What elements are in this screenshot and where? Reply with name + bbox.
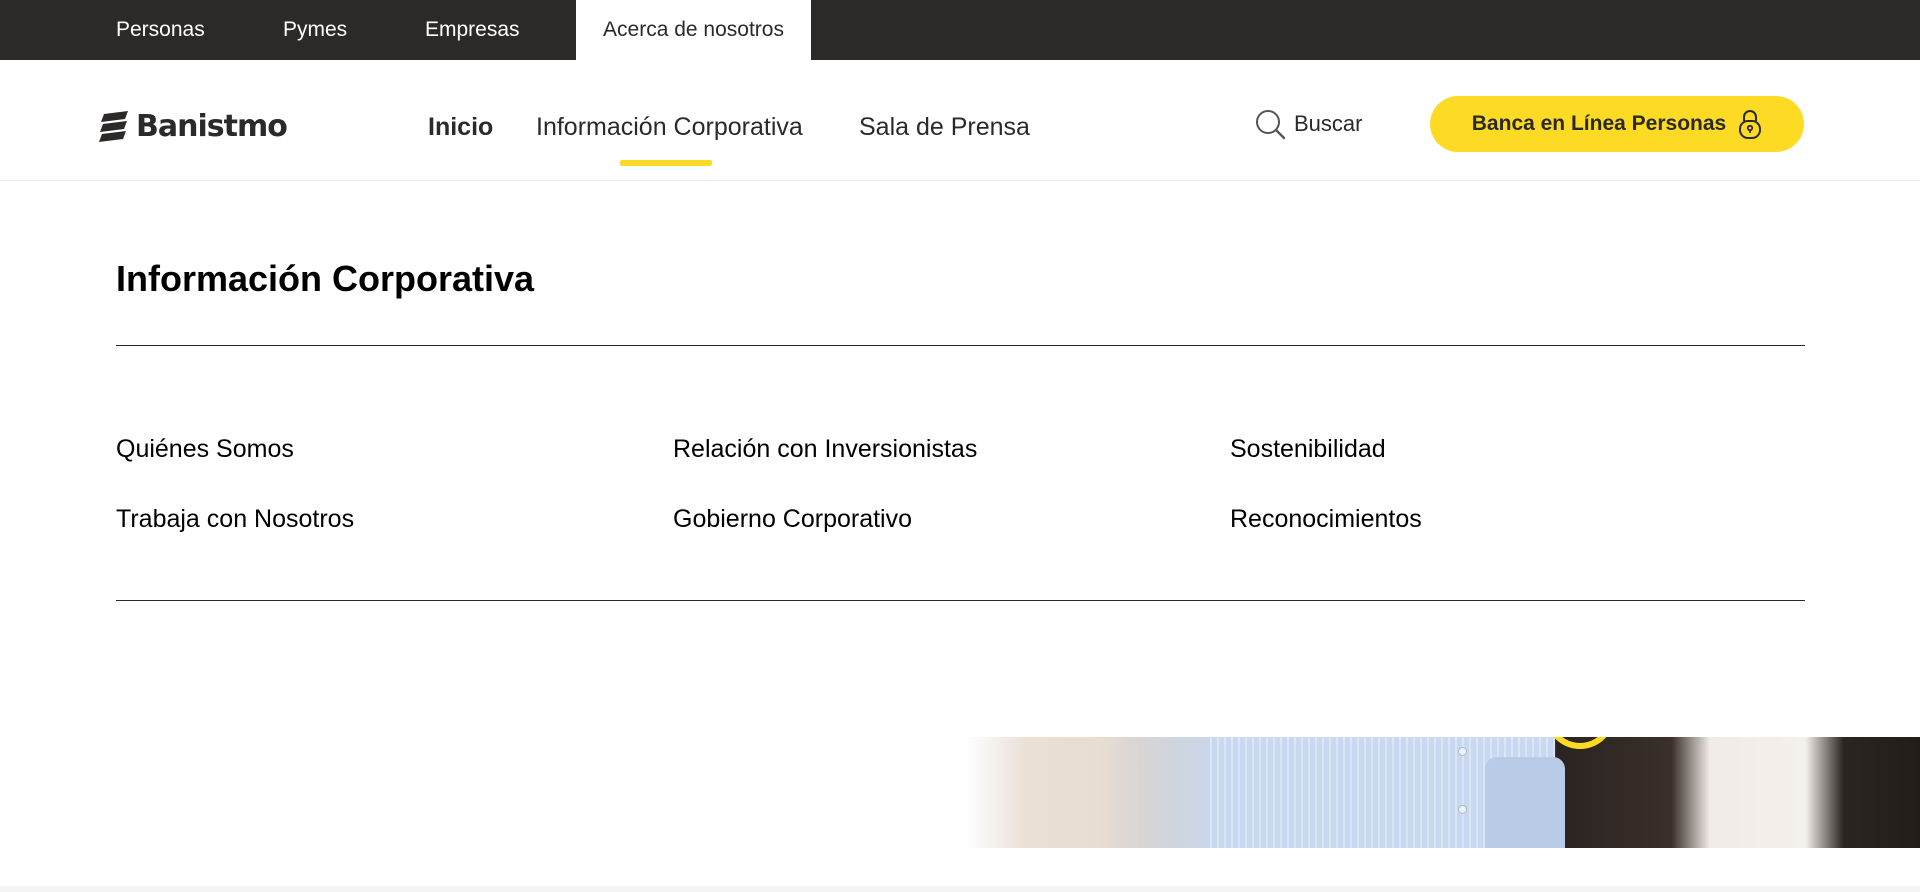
hero-arm <box>1485 757 1565 848</box>
active-nav-indicator <box>620 160 712 166</box>
hero-fade <box>965 737 1025 848</box>
search-icon <box>1256 110 1286 140</box>
search-label: Buscar <box>1294 111 1363 136</box>
tab-pymes[interactable]: Pymes <box>283 0 347 60</box>
menu-link-relacion-con-inversionistas[interactable]: Relación con Inversionistas <box>673 432 977 466</box>
nav-inicio[interactable]: Inicio <box>428 110 493 144</box>
menu-title: Información Corporativa <box>116 258 535 299</box>
tab-empresas[interactable]: Empresas <box>425 0 520 60</box>
menu-link-reconocimientos[interactable]: Reconocimientos <box>1230 502 1422 536</box>
main-header: Banistmo Inicio Información Corporativa … <box>0 60 1920 181</box>
page-bottom-band <box>0 886 1920 892</box>
audience-bar: Personas Pymes Empresas Acerca de nosotr… <box>0 0 1920 60</box>
banistmo-logo-icon <box>99 111 128 142</box>
nav-informacion-corporativa[interactable]: Información Corporativa <box>536 110 803 144</box>
hero-yellow-ring <box>1545 737 1615 749</box>
logo-wordmark: Banistmo <box>136 109 288 144</box>
lock-icon <box>1739 110 1762 139</box>
online-banking-button[interactable]: Banca en Línea Personas <box>1430 96 1804 152</box>
menu-divider-top <box>116 345 1805 346</box>
menu-link-sostenibilidad[interactable]: Sostenibilidad <box>1230 432 1386 466</box>
menu-link-gobierno-corporativo[interactable]: Gobierno Corporativo <box>673 502 912 536</box>
hero-shirt-button <box>1458 747 1467 756</box>
hero-shirt-button <box>1458 805 1467 814</box>
hero-image <box>965 737 1920 848</box>
nav-sala-de-prensa[interactable]: Sala de Prensa <box>859 110 1030 144</box>
tab-personas[interactable]: Personas <box>116 0 205 60</box>
online-banking-label: Banca en Línea Personas <box>1471 112 1727 135</box>
search-button[interactable]: Buscar <box>1254 107 1362 141</box>
menu-link-quienes-somos[interactable]: Quiénes Somos <box>116 432 294 466</box>
menu-divider-bottom <box>116 600 1805 601</box>
menu-link-trabaja-con-nosotros[interactable]: Trabaja con Nosotros <box>116 502 354 536</box>
tab-acerca-de-nosotros[interactable]: Acerca de nosotros <box>576 0 811 60</box>
brand-logo[interactable]: Banistmo <box>98 108 288 146</box>
